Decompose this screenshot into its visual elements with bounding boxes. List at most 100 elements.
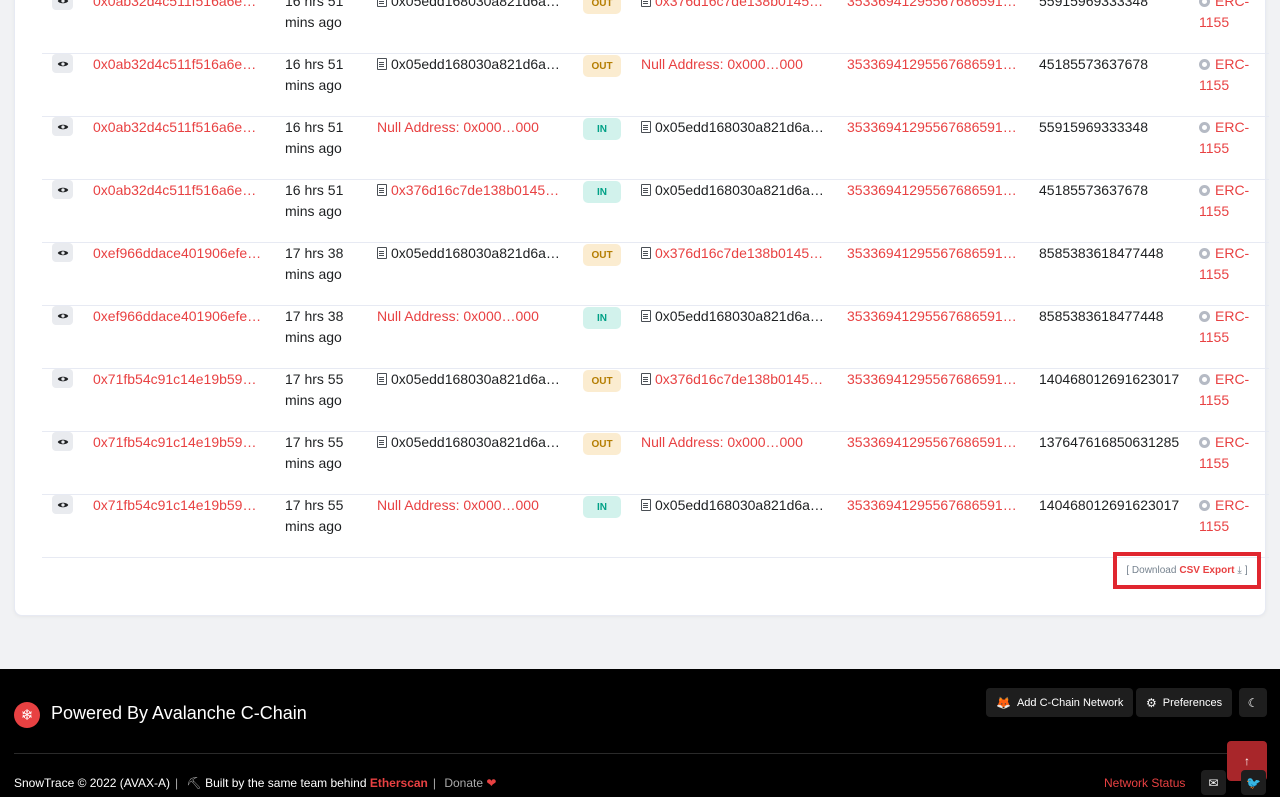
from-address[interactable]: 0x05edd168030a821d6a…: [377, 54, 567, 75]
txn-hash-link[interactable]: 0x71fb54c91c14e19b59…: [93, 432, 263, 453]
token-link[interactable]: ERC-1155: [1199, 495, 1269, 537]
token-id-link[interactable]: 35336941295567686591…: [847, 369, 1022, 390]
powered-by-text: Powered By Avalanche C-Chain: [51, 703, 307, 723]
token-link[interactable]: ERC-1155: [1199, 243, 1269, 285]
coin-icon: [1199, 248, 1210, 259]
token-id-link[interactable]: 35336941295567686591…: [847, 306, 1022, 327]
from-address[interactable]: 0x05edd168030a821d6a…: [377, 243, 567, 264]
eye-icon[interactable]: [52, 306, 73, 325]
to-address-text[interactable]: 0x05edd168030a821d6a…: [655, 182, 824, 198]
from-address-text[interactable]: 0x05edd168030a821d6a…: [391, 371, 560, 387]
token-link[interactable]: ERC-1155: [1199, 306, 1269, 348]
network-status-link[interactable]: Network Status: [1104, 776, 1185, 790]
token-link[interactable]: ERC-1155: [1199, 0, 1269, 33]
to-address[interactable]: 0x05edd168030a821d6a…: [641, 180, 831, 201]
transfers-card: 0x0ab32d4c511f516a6e… 16 hrs 51 mins ago 0…: [14, 0, 1269, 616]
donate-link[interactable]: Donate: [444, 776, 483, 790]
file-text-icon: [641, 0, 651, 7]
eye-icon[interactable]: [52, 117, 73, 136]
txn-hash-link[interactable]: 0x0ab32d4c511f516a6e…: [93, 54, 263, 75]
file-text-icon: [377, 373, 387, 385]
txn-hash-link[interactable]: 0xef966ddace401906efe…: [93, 306, 263, 327]
age-text: 16 hrs 51 mins ago: [285, 56, 344, 93]
etherscan-link[interactable]: Etherscan: [370, 776, 428, 790]
token-link[interactable]: ERC-1155: [1199, 117, 1269, 159]
to-address-text[interactable]: 0x05edd168030a821d6a…: [655, 308, 824, 324]
token-id-link[interactable]: 35336941295567686591…: [847, 117, 1022, 138]
eye-icon[interactable]: [52, 54, 73, 73]
from-address[interactable]: Null Address: 0x000…000: [377, 117, 567, 138]
value-text: 55915969333348: [1039, 119, 1149, 135]
to-address-text[interactable]: 0x376d16c7de138b0145…: [655, 245, 823, 261]
csv-export-label[interactable]: CSV Export: [1179, 565, 1234, 576]
avalanche-logo-icon: ❄: [14, 702, 40, 728]
txn-hash-link[interactable]: 0x0ab32d4c511f516a6e…: [93, 0, 263, 12]
copyright-text: SnowTrace © 2022 (AVAX-A): [14, 776, 171, 790]
file-text-icon: [377, 184, 387, 196]
coin-icon: [1199, 0, 1210, 7]
to-address[interactable]: 0x05edd168030a821d6a…: [641, 306, 831, 327]
from-address-text[interactable]: 0x05edd168030a821d6a…: [391, 245, 560, 261]
to-address[interactable]: 0x376d16c7de138b0145…: [641, 243, 831, 264]
txn-hash-link[interactable]: 0x71fb54c91c14e19b59…: [93, 495, 263, 516]
from-address-text[interactable]: 0x05edd168030a821d6a…: [391, 434, 560, 450]
preferences-button[interactable]: ⚙ Preferences: [1136, 688, 1233, 717]
add-network-button[interactable]: 🦊 Add C-Chain Network: [986, 688, 1134, 717]
from-address-text[interactable]: 0x05edd168030a821d6a…: [391, 0, 560, 9]
age-text: 17 hrs 55 mins ago: [285, 434, 344, 471]
heart-icon: ❤: [486, 776, 497, 790]
token-link[interactable]: ERC-1155: [1199, 54, 1269, 96]
txn-hash-link[interactable]: 0xef966ddace401906efe…: [93, 243, 263, 264]
token-id-link[interactable]: 35336941295567686591…: [847, 243, 1022, 264]
to-address-text[interactable]: 0x376d16c7de138b0145…: [655, 0, 823, 9]
table-row: 0xef966ddace401906efe… 17 hrs 38 mins ago…: [42, 306, 1269, 369]
token-link[interactable]: ERC-1155: [1199, 180, 1269, 222]
txn-hash-link[interactable]: 0x0ab32d4c511f516a6e…: [93, 180, 263, 201]
token-id-link[interactable]: 35336941295567686591…: [847, 180, 1022, 201]
from-address-text[interactable]: 0x376d16c7de138b0145…: [391, 182, 559, 198]
token-link[interactable]: ERC-1155: [1199, 369, 1269, 411]
from-address-text[interactable]: 0x05edd168030a821d6a…: [391, 56, 560, 72]
theme-toggle-button[interactable]: ☾: [1239, 688, 1267, 717]
eye-icon[interactable]: [52, 369, 73, 388]
metamask-icon: 🦊: [996, 695, 1011, 710]
token-link[interactable]: ERC-1155: [1199, 432, 1269, 474]
to-address-text[interactable]: 0x05edd168030a821d6a…: [655, 119, 824, 135]
eye-icon[interactable]: [52, 180, 73, 199]
to-address[interactable]: 0x376d16c7de138b0145…: [641, 369, 831, 390]
eye-icon[interactable]: [52, 0, 73, 10]
eye-icon[interactable]: [52, 243, 73, 262]
table-row: 0x0ab32d4c511f516a6e… 16 hrs 51 mins ago 0…: [42, 54, 1269, 117]
to-address[interactable]: Null Address: 0x000…000: [641, 54, 831, 75]
eye-icon[interactable]: [52, 495, 73, 514]
eye-icon[interactable]: [52, 432, 73, 451]
footer-credits: SnowTrace © 2022 (AVAX-A) | ⛏ Built by th…: [14, 776, 497, 790]
from-address[interactable]: 0x05edd168030a821d6a…: [377, 369, 567, 390]
to-address-text[interactable]: 0x376d16c7de138b0145…: [655, 371, 823, 387]
to-address[interactable]: Null Address: 0x000…000: [641, 432, 831, 453]
from-address[interactable]: 0x05edd168030a821d6a…: [377, 0, 567, 12]
to-address[interactable]: 0x376d16c7de138b0145…: [641, 0, 831, 12]
from-address[interactable]: Null Address: 0x000…000: [377, 306, 567, 327]
token-id-link[interactable]: 35336941295567686591…: [847, 54, 1022, 75]
age-text: 17 hrs 55 mins ago: [285, 371, 344, 408]
txn-hash-link[interactable]: 0x71fb54c91c14e19b59…: [93, 369, 263, 390]
token-id-link[interactable]: 35336941295567686591…: [847, 495, 1022, 516]
pick-icon: ⛏: [186, 776, 202, 790]
from-address[interactable]: Null Address: 0x000…000: [377, 495, 567, 516]
age-text: 17 hrs 38 mins ago: [285, 308, 344, 345]
token-id-link[interactable]: 35336941295567686591…: [847, 432, 1022, 453]
to-address[interactable]: 0x05edd168030a821d6a…: [641, 117, 831, 138]
table-row: 0x71fb54c91c14e19b59… 17 hrs 55 mins ago 0…: [42, 369, 1269, 432]
txn-hash-link[interactable]: 0x0ab32d4c511f516a6e…: [93, 117, 263, 138]
twitter-icon[interactable]: 🐦: [1241, 770, 1266, 795]
csv-export-link[interactable]: [ Download CSV Export ⤓ ]: [1113, 552, 1261, 589]
direction-badge: IN: [583, 307, 621, 329]
envelope-icon[interactable]: ✉: [1201, 770, 1226, 795]
to-address-text[interactable]: 0x05edd168030a821d6a…: [655, 497, 824, 513]
from-address[interactable]: 0x376d16c7de138b0145…: [377, 180, 567, 201]
to-address[interactable]: 0x05edd168030a821d6a…: [641, 495, 831, 516]
from-address[interactable]: 0x05edd168030a821d6a…: [377, 432, 567, 453]
token-id-link[interactable]: 35336941295567686591…: [847, 0, 1022, 12]
gears-icon: ⚙: [1146, 695, 1157, 710]
